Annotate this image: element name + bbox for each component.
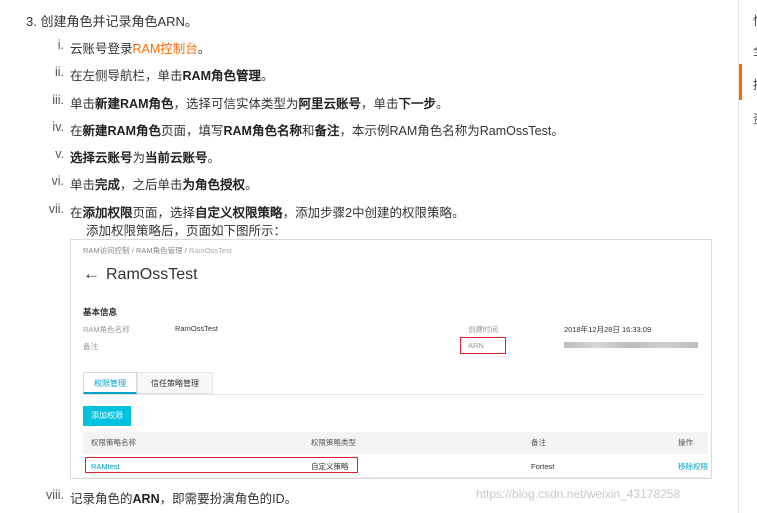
remove-permission-link[interactable]: 移除权限: [678, 454, 708, 478]
rail-active-indicator: [739, 64, 742, 100]
policy-remark-value: Fortest: [531, 462, 555, 471]
col-policy-type: 权限策略类型: [311, 438, 356, 447]
tab-permission-management[interactable]: 权限管理: [83, 372, 137, 394]
created-time-value: 2018年12月28日 16:33:09: [564, 325, 652, 334]
tabs-divider: [83, 394, 703, 395]
created-time-label: 创建时间: [468, 325, 498, 334]
breadcrumb: RAM访问控制 / RAM角色管理 / RamOssTest: [83, 246, 232, 255]
breadcrumb-ram-access-control[interactable]: RAM访问控制: [83, 246, 130, 255]
col-policy-name: 权限策略名称: [91, 438, 136, 447]
right-nav-rail: 快 全 控 资: [738, 0, 757, 513]
ram-console-link[interactable]: RAM控制台: [133, 42, 198, 56]
rail-item-2[interactable]: 全: [753, 42, 757, 59]
breadcrumb-ram-role-management[interactable]: RAM角色管理: [136, 246, 183, 255]
rail-item-4[interactable]: 资: [753, 110, 757, 127]
console-screenshot: RAM访问控制 / RAM角色管理 / RamOssTest ← RamOssTe…: [70, 239, 712, 479]
back-arrow-icon[interactable]: ←: [83, 264, 100, 283]
col-actions: 操作: [678, 438, 693, 447]
col-remark: 备注: [531, 438, 546, 447]
role-name-value: RamOssTest: [175, 324, 218, 333]
policy-row-highlight-box: [85, 457, 358, 473]
add-permission-button[interactable]: 添加权限: [83, 406, 131, 426]
csdn-watermark: https://blog.csdn.net/weixin_43178258: [476, 487, 681, 501]
page-header: ← RamOssTest: [83, 264, 198, 284]
tab-trust-policy-management[interactable]: 信任策略管理: [137, 372, 213, 394]
rail-item-3[interactable]: 控: [753, 76, 757, 93]
arn-value-redacted: [564, 342, 698, 348]
page-title: RamOssTest: [106, 266, 198, 283]
rail-item-1[interactable]: 快: [753, 12, 757, 29]
document-body: 3. 创建角色并记录角色ARN。 i. 云账号登录RAM控制台。 ii. 在左侧…: [0, 0, 740, 513]
arn-highlight-box: [460, 337, 506, 354]
basic-info-title: 基本信息: [83, 307, 118, 317]
breadcrumb-current: RamOssTest: [188, 246, 232, 255]
remark-label: 备注: [83, 342, 98, 351]
role-name-label: RAM角色名称: [83, 325, 130, 334]
step-3-title: 3. 创建角色并记录角色ARN。: [26, 14, 198, 29]
table-header: 权限策略名称 权限策略类型 备注 操作: [83, 432, 708, 454]
